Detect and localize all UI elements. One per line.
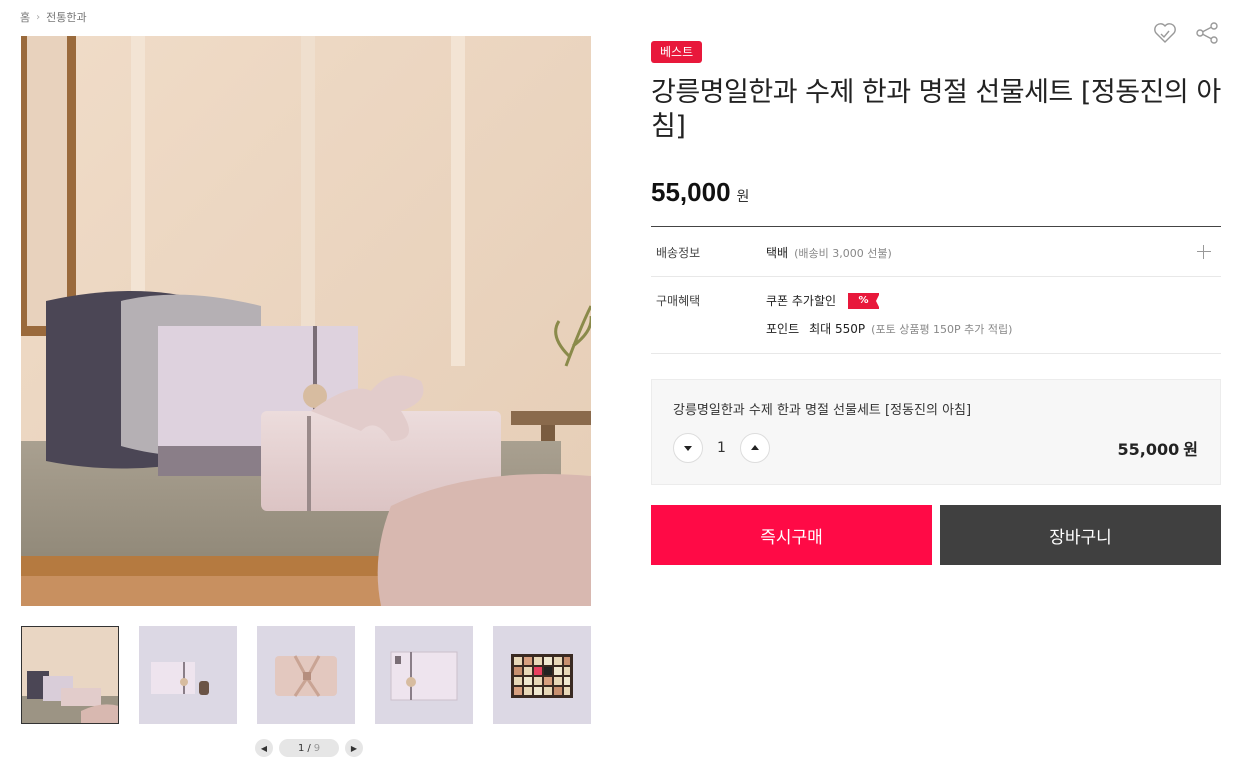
coupon-row: 쿠폰 추가할인 % <box>766 292 881 309</box>
main-product-image[interactable] <box>21 36 591 606</box>
chevron-right-icon: › <box>36 11 41 23</box>
point-label: 포인트 <box>766 322 800 336</box>
coupon-text: 쿠폰 추가할인 <box>766 294 837 308</box>
shipping-method: 택배 <box>766 246 789 260</box>
point-row: 포인트 최대 550P (포토 상품평 150P 추가 적립) <box>766 320 1012 337</box>
selected-option-box: 강릉명일한과 수제 한과 명절 선물세트 [정동진의 아침] 55,000원 <box>651 379 1221 485</box>
quantity-increase-button[interactable] <box>740 433 770 463</box>
thumbnail-5[interactable] <box>493 626 591 724</box>
price-currency: 원 <box>736 189 750 205</box>
thumbnail-3[interactable] <box>257 626 355 724</box>
shipping-value-row: 택배 (배송비 3,000 선불) <box>766 244 892 261</box>
option-price-value: 55,000 <box>1117 440 1180 459</box>
caret-up-icon <box>751 445 759 450</box>
share-icon[interactable] <box>1192 18 1222 48</box>
benefit-label: 구매혜택 <box>656 294 701 308</box>
product-price: 55,000 원 <box>651 177 749 208</box>
buy-now-button[interactable]: 즉시구매 <box>651 505 932 565</box>
option-price-currency: 원 <box>1183 440 1198 459</box>
quantity-decrease-button[interactable] <box>673 433 703 463</box>
option-price: 55,000 원 <box>1118 436 1198 460</box>
thumbnail-strip <box>21 626 591 724</box>
shipping-fee-note: (배송비 3,000 선불) <box>794 246 892 260</box>
expand-plus-icon[interactable] <box>1196 244 1212 260</box>
quantity-stepper <box>673 433 770 463</box>
product-title: 강릉명일한과 수제 한과 명절 선물세트 [정동진의 아침] <box>651 77 1221 142</box>
row-divider <box>651 353 1221 354</box>
option-name: 강릉명일한과 수제 한과 명절 선물세트 [정동진의 아침] <box>673 403 972 418</box>
breadcrumb: 홈 › 전통한과 <box>20 9 87 25</box>
add-to-cart-button[interactable]: 장바구니 <box>940 505 1221 565</box>
caret-down-icon <box>684 446 692 451</box>
thumbnail-2[interactable] <box>139 626 237 724</box>
product-actions <box>1150 18 1222 48</box>
breadcrumb-category[interactable]: 전통한과 <box>46 9 86 25</box>
page-separator: / <box>307 742 311 754</box>
wishlist-heart-icon[interactable] <box>1150 18 1180 48</box>
shipping-label: 배송정보 <box>656 246 701 260</box>
thumbnail-4[interactable] <box>375 626 473 724</box>
price-value: 55,000 <box>651 177 731 207</box>
best-badge: 베스트 <box>651 41 703 63</box>
quantity-input[interactable] <box>703 440 740 456</box>
thumbnail-pager: ◀ 1 / 9 ▶ <box>255 739 363 757</box>
point-value: 최대 550P <box>809 322 866 336</box>
page-indicator: 1 / 9 <box>279 739 339 757</box>
coupon-badge[interactable]: % <box>848 292 881 309</box>
point-note: (포토 상품평 150P 추가 적립) <box>871 322 1013 336</box>
chevron-left-icon[interactable]: ◀ <box>255 739 273 757</box>
total-pages: 9 <box>313 742 321 754</box>
thumbnail-1[interactable] <box>21 626 119 724</box>
current-page: 1 <box>297 742 305 754</box>
row-divider <box>651 276 1221 277</box>
price-divider <box>651 226 1221 227</box>
breadcrumb-home[interactable]: 홈 <box>20 9 30 25</box>
chevron-right-icon[interactable]: ▶ <box>345 739 363 757</box>
